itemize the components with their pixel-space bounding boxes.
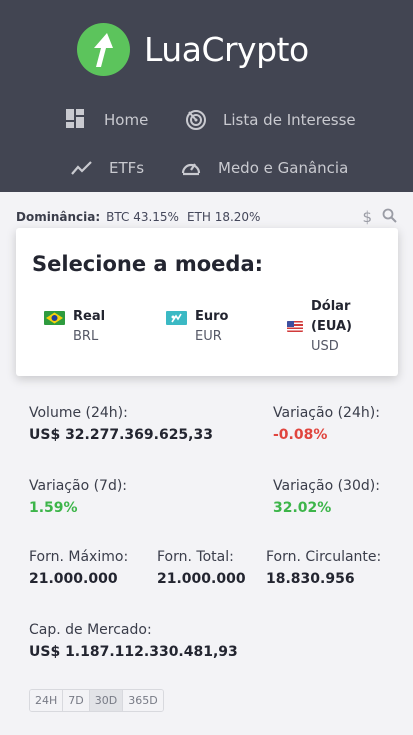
nav-etfs[interactable]: ETFs bbox=[71, 157, 144, 179]
currency-name-line2: (EUA) bbox=[311, 319, 352, 334]
currency-option-brl[interactable]: Real BRL bbox=[44, 307, 105, 347]
toolbar-icons: $ bbox=[362, 208, 397, 226]
dominance-label: Dominância: bbox=[16, 210, 101, 224]
stat-change-30d: Variação (30d): 32.02% bbox=[273, 475, 380, 519]
logo-arrow-icon bbox=[77, 23, 130, 76]
brazil-flag-icon bbox=[44, 311, 65, 325]
stat-value: 1.59% bbox=[29, 500, 78, 516]
us-flag-icon bbox=[287, 321, 303, 332]
stat-label: Cap. de Mercado: bbox=[29, 622, 152, 638]
eu-flag-icon bbox=[166, 311, 187, 325]
stat-max-supply: Forn. Máximo: 21.000.000 bbox=[29, 546, 128, 590]
currency-code: BRL bbox=[73, 329, 99, 344]
stat-value: US$ 1.187.112.330.481,93 bbox=[29, 644, 238, 660]
brand-name: LuaCrypto bbox=[144, 30, 309, 69]
range-365d-button[interactable]: 365D bbox=[123, 690, 163, 711]
stat-label: Forn. Máximo: bbox=[29, 549, 129, 565]
nav-watchlist-label: Lista de Interesse bbox=[223, 111, 356, 129]
stat-value: 18.830.956 bbox=[266, 571, 355, 587]
currency-name: Euro bbox=[195, 309, 229, 324]
range-selector: 24H 7D 30D 365D bbox=[29, 689, 164, 712]
stat-circulating-supply: Forn. Circulante: 18.830.956 bbox=[266, 546, 381, 590]
app-header: LuaCrypto Home Lista de Interesse ETFs M… bbox=[0, 0, 413, 192]
stat-market-cap: Cap. de Mercado: US$ 1.187.112.330.481,9… bbox=[29, 619, 238, 663]
range-24h-button[interactable]: 24H bbox=[30, 690, 64, 711]
range-30d-button[interactable]: 30D bbox=[89, 690, 124, 711]
dashboard-icon bbox=[66, 109, 88, 131]
currency-name: Real bbox=[73, 309, 106, 324]
currency-code: USD bbox=[311, 339, 339, 354]
btc-dominance: BTC 43.15% bbox=[106, 210, 179, 224]
search-icon[interactable] bbox=[382, 208, 397, 226]
popup-title: Selecione a moeda: bbox=[32, 252, 264, 276]
stat-change-7d: Variação (7d): 1.59% bbox=[29, 475, 127, 519]
stat-label: Forn. Circulante: bbox=[266, 549, 382, 565]
stat-value: US$ 32.277.369.625,33 bbox=[29, 427, 213, 443]
stat-volume: Volume (24h): US$ 32.277.369.625,33 bbox=[29, 402, 213, 446]
nav-watchlist[interactable]: Lista de Interesse bbox=[185, 109, 356, 131]
nav-fear-greed[interactable]: Medo e Ganância bbox=[180, 157, 348, 179]
nav-etfs-label: ETFs bbox=[109, 159, 145, 177]
radar-icon bbox=[185, 109, 207, 131]
currency-popup: Selecione a moeda: Real BRL Euro EUR Dól… bbox=[16, 228, 398, 376]
stat-label: Forn. Total: bbox=[157, 549, 234, 565]
range-7d-button[interactable]: 7D bbox=[63, 690, 90, 711]
stat-label: Variação (30d): bbox=[273, 478, 380, 494]
gauge-icon bbox=[180, 157, 202, 179]
currency-name-line1: Dólar bbox=[311, 299, 351, 314]
eth-dominance: ETH 18.20% bbox=[186, 210, 261, 224]
stat-change-24h: Variação (24h): -0.08% bbox=[273, 402, 380, 446]
nav-home[interactable]: Home bbox=[66, 109, 148, 131]
stat-value: -0.08% bbox=[273, 427, 328, 443]
stat-total-supply: Forn. Total: 21.000.000 bbox=[157, 546, 246, 590]
trend-icon bbox=[71, 157, 93, 179]
stat-value: 21.000.000 bbox=[157, 571, 246, 587]
stat-label: Variação (7d): bbox=[29, 478, 128, 494]
stat-label: Volume (24h): bbox=[29, 405, 128, 421]
currency-option-eur[interactable]: Euro EUR bbox=[166, 307, 228, 347]
stat-label: Variação (24h): bbox=[273, 405, 380, 421]
currency-icon[interactable]: $ bbox=[362, 208, 372, 226]
brand-logo[interactable]: LuaCrypto bbox=[77, 23, 309, 76]
dominance-bar: Dominância: BTC 43.15% ETH 18.20% $ bbox=[16, 208, 397, 226]
stat-value: 32.02% bbox=[273, 500, 332, 516]
nav-home-label: Home bbox=[104, 111, 149, 129]
nav-fear-greed-label: Medo e Ganância bbox=[218, 159, 349, 177]
currency-code: EUR bbox=[195, 329, 222, 344]
currency-option-usd[interactable]: Dólar (EUA) USD bbox=[287, 297, 352, 357]
stat-value: 21.000.000 bbox=[29, 571, 118, 587]
